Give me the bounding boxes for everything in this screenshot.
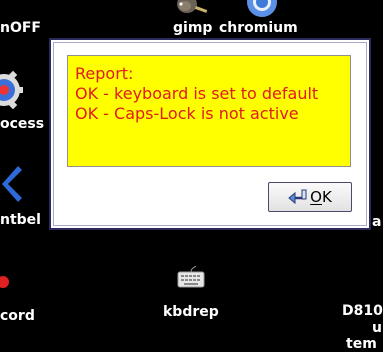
record-icon[interactable]: [0, 274, 12, 290]
ok-button[interactable]: OK: [268, 182, 352, 212]
chromium-icon[interactable]: [244, 0, 280, 20]
process-label[interactable]: ocess: [0, 116, 44, 132]
kbdrep-label[interactable]: kbdrep: [163, 304, 219, 320]
hidden-label-fragment: a: [372, 214, 382, 230]
ntbel-icon[interactable]: [0, 164, 24, 204]
report-title: Report:: [75, 64, 134, 83]
report-message-box: Report: OK - keyboard is set to default …: [67, 55, 351, 167]
ok-mnemonic: O: [310, 188, 322, 206]
process-gear-icon[interactable]: [0, 68, 26, 110]
d810-label[interactable]: D810: [342, 303, 383, 319]
record-label[interactable]: cord: [0, 308, 35, 324]
return-arrow-icon: [288, 189, 308, 205]
ntbel-label[interactable]: ntbel: [0, 212, 41, 228]
chromium-label[interactable]: chromium: [219, 20, 298, 36]
gimp-label[interactable]: gimp: [173, 20, 212, 36]
gimp-icon[interactable]: [172, 0, 212, 20]
desktop-label-toggle[interactable]: nOFF: [0, 20, 41, 36]
keyboard-icon[interactable]: [176, 265, 206, 290]
report-line-keyboard: OK - keyboard is set to default: [75, 84, 319, 103]
u-label: u: [372, 320, 382, 336]
ok-button-label: OK: [310, 188, 332, 206]
ok-label-rest: K: [321, 188, 332, 206]
tem-label: tem: [346, 336, 377, 352]
report-dialog: Report: OK - keyboard is set to default …: [49, 38, 371, 230]
report-line-capslock: OK - Caps-Lock is not active: [75, 104, 299, 123]
